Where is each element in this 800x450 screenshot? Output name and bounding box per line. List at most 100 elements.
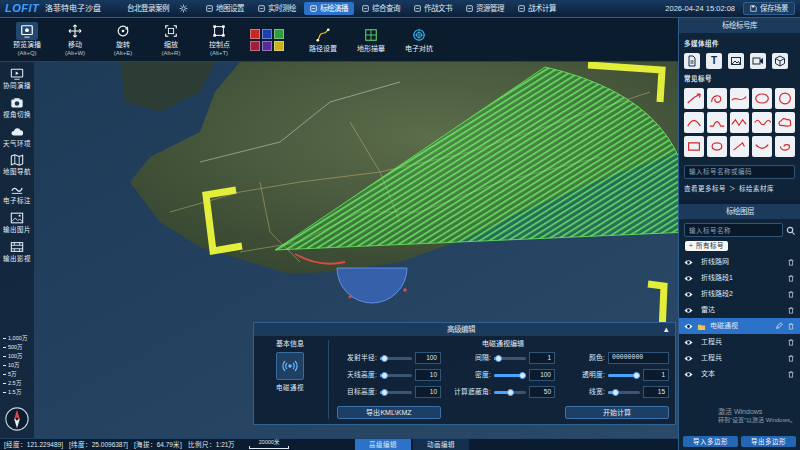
symbol-tile[interactable] xyxy=(684,136,704,157)
symbol-tile[interactable] xyxy=(707,112,727,133)
visibility-toggle[interactable] xyxy=(684,354,693,363)
slider-knob[interactable] xyxy=(381,372,388,379)
symbol-tile[interactable] xyxy=(684,112,704,133)
field-value[interactable]: 100 xyxy=(529,369,555,381)
field-value[interactable]: 1 xyxy=(529,352,555,364)
slider-knob[interactable] xyxy=(519,372,526,379)
symbol-tile[interactable] xyxy=(730,112,750,133)
collapse-button[interactable]: ▲ xyxy=(663,325,670,334)
delete-button[interactable] xyxy=(787,274,795,282)
assets-link[interactable]: 标绘素材库 xyxy=(739,185,774,193)
action-button[interactable]: 导出KML\KMZ xyxy=(337,406,441,419)
menu-tab[interactable]: 地图设置 xyxy=(200,2,250,15)
field-value[interactable]: 10 xyxy=(415,386,441,398)
symbol-tile[interactable] xyxy=(752,136,772,157)
layer-row[interactable]: 文本 xyxy=(679,366,800,382)
symbol-tile[interactable] xyxy=(775,88,795,109)
menu-tab[interactable]: 资源管理 xyxy=(460,2,510,15)
slider-knob[interactable] xyxy=(495,355,502,362)
media-button[interactable] xyxy=(728,53,744,69)
layer-row[interactable]: 折线路网 xyxy=(679,254,800,270)
symbol-tile[interactable] xyxy=(707,136,727,157)
tool-button[interactable]: 地形描摹 xyxy=(350,20,392,59)
visibility-toggle[interactable] xyxy=(684,290,693,299)
settings-button[interactable] xyxy=(179,4,188,13)
polygon-button[interactable]: 导入多边形 xyxy=(683,436,738,447)
delete-button[interactable] xyxy=(787,258,795,266)
tool-button[interactable]: 控制点(Alt+T) xyxy=(198,20,240,59)
edit-button[interactable] xyxy=(775,322,783,330)
slider-knob[interactable] xyxy=(507,389,514,396)
bottom-tab[interactable]: 高级编辑 xyxy=(355,439,411,450)
slider-knob[interactable] xyxy=(381,355,388,362)
slider-track[interactable] xyxy=(494,391,526,394)
tool-button[interactable]: 移动(Alt+W) xyxy=(54,20,96,59)
layer-row[interactable]: 雷达 xyxy=(679,302,800,318)
zoom-scale[interactable]: 1,000万500万100万10万5万2.5万1.5万 xyxy=(0,335,28,396)
menu-tab[interactable]: 综合查询 xyxy=(356,2,406,15)
sidebar-item[interactable]: 视角切换 xyxy=(3,96,31,119)
layer-row[interactable]: 折线路段1 xyxy=(679,270,800,286)
color-swatch[interactable] xyxy=(250,41,260,51)
delete-button[interactable] xyxy=(787,306,795,314)
layer-row[interactable]: 折线路段2 xyxy=(679,286,800,302)
slider-knob[interactable] xyxy=(612,389,619,396)
action-button[interactable]: 开始计算 xyxy=(565,406,669,419)
map-view[interactable]: 协同演播视角切换天气环境地图导航电子标注输出图片输出影视1,000万500万10… xyxy=(0,62,678,438)
symbol-tile[interactable] xyxy=(775,112,795,133)
slider-knob[interactable] xyxy=(381,389,388,396)
slider-track[interactable] xyxy=(380,357,412,360)
sidebar-item[interactable]: 输出图片 xyxy=(3,211,31,234)
visibility-toggle[interactable] xyxy=(684,258,693,267)
sidebar-item[interactable]: 电子标注 xyxy=(3,182,31,205)
color-swatch[interactable] xyxy=(250,29,260,39)
layer-row[interactable]: 工程兵 xyxy=(679,334,800,350)
menu-tab[interactable]: 作战文书 xyxy=(408,2,458,15)
visibility-toggle[interactable] xyxy=(684,274,693,283)
symbol-tile[interactable] xyxy=(707,88,727,109)
slider-track[interactable] xyxy=(494,357,526,360)
field-value[interactable]: 50 xyxy=(529,386,555,398)
tool-button[interactable]: 旋转(Alt+E) xyxy=(102,20,144,59)
tool-button[interactable]: 预览演播(Alt+Q) xyxy=(6,20,48,59)
media-button[interactable] xyxy=(772,53,788,69)
tool-button[interactable]: 电子对抗 xyxy=(398,20,440,59)
layer-search-input[interactable] xyxy=(684,223,783,237)
field-value[interactable]: 15 xyxy=(643,386,669,398)
map-marker[interactable] xyxy=(349,296,352,299)
sidebar-item[interactable]: 地图导航 xyxy=(3,153,31,176)
symbol-tile[interactable] xyxy=(730,88,750,109)
slider-track[interactable] xyxy=(380,391,412,394)
symbol-tile[interactable] xyxy=(730,136,750,157)
more-symbols-link[interactable]: 查看更多标号 xyxy=(684,185,726,193)
delete-button[interactable] xyxy=(787,338,795,346)
slider-track[interactable] xyxy=(608,391,640,394)
delete-button[interactable] xyxy=(787,354,795,362)
tool-button[interactable]: 路径设置 xyxy=(302,20,344,59)
symbol-tile[interactable] xyxy=(775,136,795,157)
slider-track[interactable] xyxy=(494,374,526,377)
symbol-tile[interactable] xyxy=(752,88,772,109)
sidebar-item[interactable]: 天气环境 xyxy=(3,125,31,148)
target-bracket[interactable] xyxy=(206,190,242,251)
tool-button[interactable]: 缩放(Alt+R) xyxy=(150,20,192,59)
visibility-toggle[interactable] xyxy=(684,322,693,331)
delete-button[interactable] xyxy=(787,370,795,378)
symbol-tile[interactable] xyxy=(684,88,704,109)
target-bracket[interactable] xyxy=(588,65,662,102)
media-button[interactable] xyxy=(750,53,766,69)
delete-button[interactable] xyxy=(787,290,795,298)
color-swatch[interactable] xyxy=(262,41,272,51)
field-value[interactable]: 10 xyxy=(415,369,441,381)
layer-row[interactable]: 工程兵 xyxy=(679,350,800,366)
visibility-toggle[interactable] xyxy=(684,306,693,315)
bottom-tab[interactable]: 动画编辑 xyxy=(413,439,469,450)
polygon-button[interactable]: 导出多边形 xyxy=(741,436,796,447)
map-marker[interactable] xyxy=(403,288,407,292)
media-button[interactable] xyxy=(684,53,700,69)
radar-dome[interactable] xyxy=(337,268,407,303)
menu-tab[interactable]: 实时测绘 xyxy=(252,2,302,15)
sidebar-item[interactable]: 协同演播 xyxy=(3,67,31,90)
media-button[interactable]: T xyxy=(706,53,722,69)
compass[interactable] xyxy=(4,406,30,432)
